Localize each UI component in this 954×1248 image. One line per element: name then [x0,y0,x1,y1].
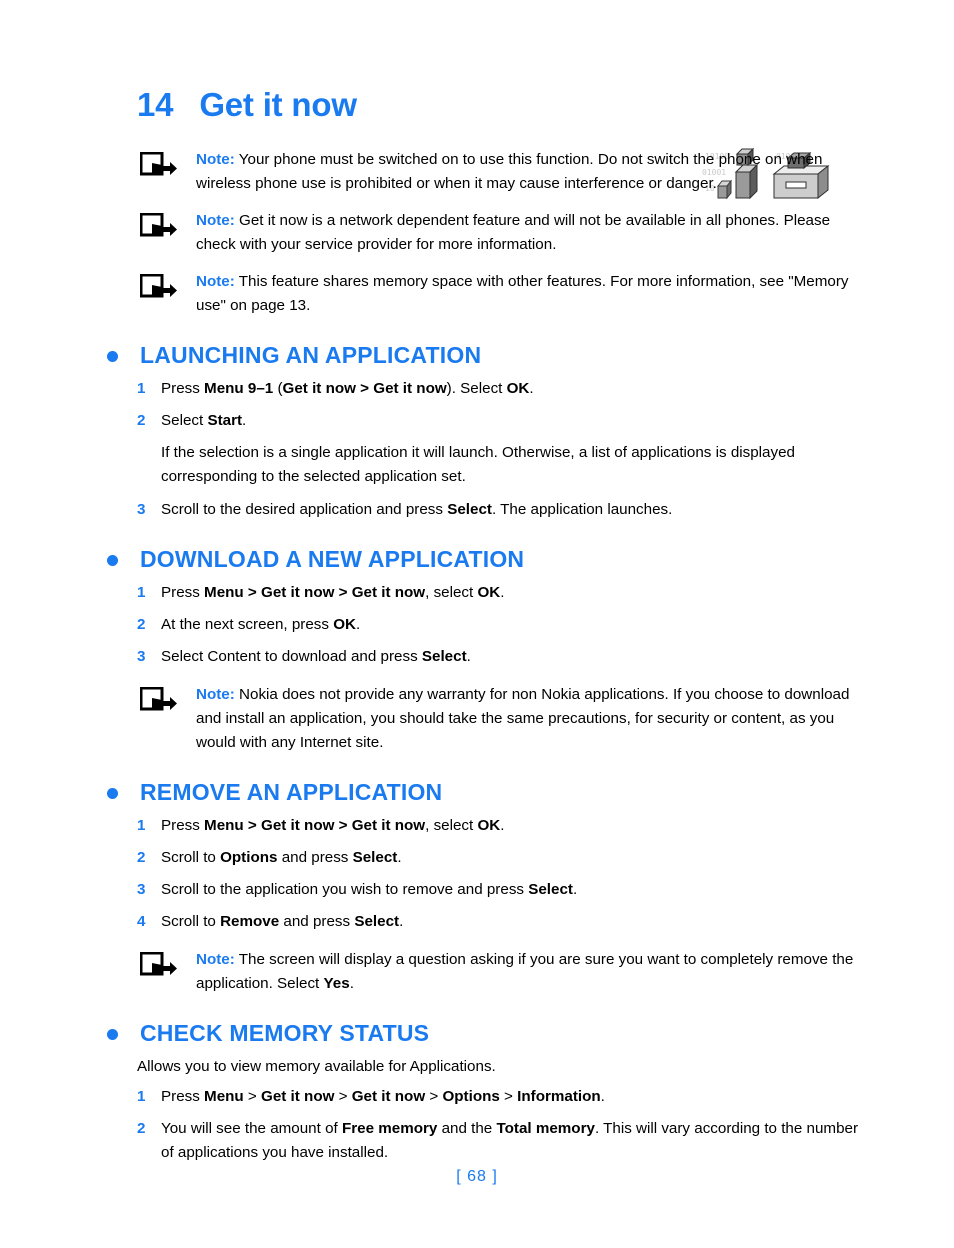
section-heading-text: REMOVE AN APPLICATION [140,779,443,805]
note-label: Note: [196,686,235,703]
page-title: 14 Get it now [137,86,357,124]
step-text: At the next screen, press OK. [161,616,361,633]
note-block: Note: This feature shares memory space w… [99,270,859,318]
section-intro: Allows you to view memory available for … [137,1058,496,1075]
note-text: Get it now is a network dependent featur… [196,212,831,253]
note-text: This feature shares memory space with ot… [196,273,849,314]
note-arrow-icon [139,151,178,180]
note-label: Note: [196,212,235,229]
section-bullet-icon [107,555,118,566]
note-text-tail: . [349,975,354,992]
note-text-emphasis: Yes [323,975,350,992]
note-label: Note: [196,951,235,968]
note-arrow-icon [139,273,178,302]
step-number: 1 [137,817,146,834]
section-heading-text: CHECK MEMORY STATUS [140,1020,430,1046]
step-item: 2 At the next screen, press OK. [99,613,859,637]
section-remove-an-application: REMOVE AN APPLICATION 1 Press Menu > Get… [99,777,859,996]
step-item: 1 Press Menu 9–1 (Get it now > Get it no… [99,377,859,401]
step-item: 3 Scroll to the application you wish to … [99,878,859,902]
section-heading: CHECK MEMORY STATUS [99,1018,859,1048]
note-label: Note: [196,151,235,168]
section-heading-text: LAUNCHING AN APPLICATION [140,342,482,368]
document-page: 14Get it now 10100 01001 10 010010 10 01 [0,0,954,1248]
step-number: 2 [137,849,146,866]
document-content: Note: Your phone must be switched on to … [99,148,859,1173]
section-launching-an-application: LAUNCHING AN APPLICATION 1 Press Menu 9–… [99,340,859,522]
note-block: Note: The screen will display a question… [99,948,859,996]
step-text: Scroll to the desired application and pr… [161,501,673,518]
step-number: 3 [137,881,146,898]
step-number: 3 [137,501,146,518]
section-check-memory-status: CHECK MEMORY STATUS Allows you to view m… [99,1018,859,1165]
note-block: Note: Your phone must be switched on to … [99,148,859,196]
note-text: The screen will display a question askin… [196,951,854,992]
section-heading: DOWNLOAD A NEW APPLICATION [99,544,859,574]
step-text: Scroll to Options and press Select. [161,849,402,866]
step-item: 2 Scroll to Options and press Select. [99,846,859,870]
section-heading: REMOVE AN APPLICATION [99,777,859,807]
step-text: Scroll to Remove and press Select. [161,913,404,930]
step-number: 1 [137,380,146,397]
note-block: Note: Get it now is a network dependent … [99,209,859,257]
step-item: 3 Scroll to the desired application and … [99,498,859,522]
step-number: 2 [137,616,146,633]
step-number: 1 [137,584,146,601]
step-number: 3 [137,648,146,665]
note-text: Your phone must be switched on to use th… [196,151,823,192]
step-text: Select Content to download and press Sel… [161,648,471,665]
note-label: Note: [196,273,235,290]
step-number: 2 [137,1120,146,1137]
note-block: Note: Nokia does not provide any warrant… [99,683,859,755]
page-number: [ 68 ] [456,1168,498,1185]
note-arrow-icon [139,686,178,715]
step-number: 2 [137,412,146,429]
step-item: 2 You will see the amount of Free memory… [99,1117,859,1165]
step-number: 4 [137,913,146,930]
note-arrow-icon [139,951,178,980]
chapter-number: 14 [137,86,174,123]
step-item: 1 Press Menu > Get it now > Get it now, … [99,581,859,605]
chapter-title-text: Get it now [199,86,357,123]
step-item: 3 Select Content to download and press S… [99,645,859,669]
step-text: You will see the amount of Free memory a… [161,1120,859,1161]
step-text: Press Menu 9–1 (Get it now > Get it now)… [161,380,534,397]
step-number: 1 [137,1088,146,1105]
section-bullet-icon [107,351,118,362]
note-text: Nokia does not provide any warranty for … [196,686,850,751]
section-bullet-icon [107,1029,118,1040]
step-item: 2 Select Start. [99,409,859,433]
section-download-a-new-application: DOWNLOAD A NEW APPLICATION 1 Press Menu … [99,544,859,755]
step-text: Press Menu > Get it now > Get it now > O… [161,1088,605,1105]
section-paragraph: If the selection is a single application… [161,444,795,485]
section-heading: LAUNCHING AN APPLICATION [99,340,859,370]
step-item: 4 Scroll to Remove and press Select. [99,910,859,934]
step-text: Press Menu > Get it now > Get it now, se… [161,817,505,834]
step-item: 1 Press Menu > Get it now > Get it now >… [99,1085,859,1109]
step-text: Press Menu > Get it now > Get it now, se… [161,584,505,601]
step-item: 1 Press Menu > Get it now > Get it now, … [99,814,859,838]
step-text: Select Start. [161,412,247,429]
step-text: Scroll to the application you wish to re… [161,881,578,898]
section-heading-text: DOWNLOAD A NEW APPLICATION [140,546,525,572]
section-bullet-icon [107,788,118,799]
note-arrow-icon [139,212,178,241]
